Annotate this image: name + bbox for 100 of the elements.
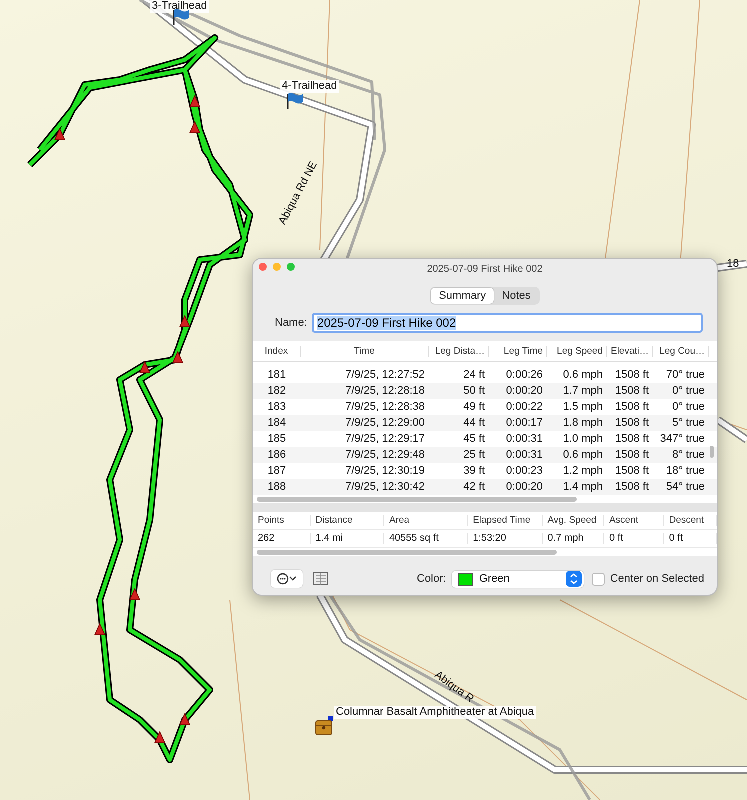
column-header[interactable]: Leg Dista… (429, 346, 489, 356)
more-icon (276, 573, 298, 585)
flag-icon (286, 92, 304, 110)
table-cell-text: 1508 ft (614, 481, 650, 493)
column-header[interactable]: Elevati… (607, 346, 653, 356)
table-cell: 0 ft (604, 533, 664, 544)
table-cell-text: 347° true (659, 433, 706, 445)
table-cell-text: 7/9/25, 12:30:19 (344, 465, 426, 477)
table-cell-text: 45 ft (462, 433, 486, 445)
table-cell-text: 1.5 mph (562, 401, 604, 413)
table-cell-text: 1.0 mph (562, 433, 604, 445)
scrollbar[interactable] (257, 550, 557, 554)
table-cell-text: 7/9/25, 12:27:52 (344, 369, 426, 381)
table-cell-text: 188 (266, 481, 288, 493)
table-cell-text: 0:00:23 (505, 465, 544, 477)
table-cell-text: 1508 ft (614, 433, 650, 445)
stepper-icon (566, 571, 582, 587)
table-cell: 0.7 mph (542, 533, 604, 544)
close-button[interactable] (259, 263, 267, 271)
table-cell-text: 7/9/25, 12:28:18 (344, 385, 426, 397)
minimize-button[interactable] (273, 263, 281, 271)
table-cell-text: 7/9/25, 12:29:17 (344, 433, 426, 445)
checkbox-label: Center on Selected (610, 573, 705, 585)
checkbox[interactable] (592, 572, 606, 586)
table-cell: 0 ft (664, 533, 717, 544)
table-cell-text: 0.6 mph (562, 369, 604, 381)
table-cell-text: 24 ft (462, 369, 486, 381)
table-cell-text: 1.4 mph (562, 481, 604, 493)
table-cell-text: 0:00:31 (505, 449, 544, 461)
table-cell-text: 1.8 mph (562, 417, 604, 429)
table-cell-text: 7/9/25, 12:28:38 (344, 401, 426, 413)
column-header[interactable]: Time (301, 346, 429, 356)
column-header[interactable]: Descent (664, 515, 717, 526)
table-cell-text: 50 ft (462, 385, 486, 397)
table-cell-text: 70° true (665, 369, 706, 381)
scrollbar[interactable] (710, 446, 714, 458)
column-header[interactable]: Points (253, 515, 311, 526)
column-header[interactable]: Leg Time (489, 346, 547, 356)
name-field[interactable]: 2025-07-09 First Hike 002 (312, 313, 703, 333)
column-header[interactable]: Elapsed Time (468, 515, 543, 526)
table-cell: 1:53:20 (468, 533, 543, 544)
waypoint-label: 4-Trailhead (280, 80, 340, 93)
flag-icon (172, 8, 190, 26)
more-button[interactable] (271, 570, 303, 588)
name-label: Name: (275, 317, 308, 329)
table-cell-text: 42 ft (462, 481, 486, 493)
column-header[interactable]: Area (384, 515, 468, 526)
table-cell: 262 (253, 533, 311, 544)
table-cell-text: 185 (266, 433, 288, 445)
scrollbar[interactable] (257, 496, 577, 502)
table-cell-text: 1508 ft (614, 449, 650, 461)
waypoint-label: 3-Trailhead (150, 0, 210, 13)
table-cell-text: 44 ft (462, 417, 486, 429)
table-cell-text: 7/9/25, 12:30:42 (344, 481, 426, 493)
table-cell-text: 0:00:26 (505, 369, 544, 381)
table-cell-text: 0° true (671, 385, 706, 397)
column-header[interactable]: Leg Cou… (653, 346, 709, 356)
table-cell-text: 1.7 mph (562, 385, 604, 397)
tab[interactable]: Notes (494, 288, 539, 304)
column-header[interactable]: Index (253, 346, 301, 356)
tab[interactable]: Summary (431, 288, 494, 304)
zoom-button[interactable] (287, 263, 295, 271)
column-header[interactable]: Leg Speed (547, 346, 607, 356)
column-header[interactable]: Avg. Speed (542, 515, 604, 526)
table-cell: 40555 sq ft (384, 533, 468, 544)
table-cell-text: 0:00:22 (505, 401, 544, 413)
treasure-chest-icon (315, 716, 335, 736)
table-cell-text: 25 ft (462, 449, 486, 461)
table-cell-text: 49 ft (462, 401, 486, 413)
table-cell-text: 187 (266, 465, 288, 477)
table-cell-text: 0:00:31 (505, 433, 544, 445)
table-cell-text: 1508 ft (614, 417, 650, 429)
column-header[interactable]: Distance (310, 515, 384, 526)
table-cell-text: 0:00:20 (505, 481, 544, 493)
road-label: 18 (727, 258, 740, 270)
table-cell-text: 0:00:17 (505, 417, 544, 429)
table-cell-text: 1.2 mph (562, 465, 604, 477)
table-cell-text: 8° true (671, 449, 706, 461)
table-cell-text: 184 (266, 417, 288, 429)
table-cell-text: 1508 ft (614, 401, 650, 413)
color-select[interactable]: Green (452, 570, 584, 588)
color-label: Color: (417, 573, 446, 585)
table-cell-text: 0.6 mph (562, 449, 604, 461)
table-cell-text: 0:00:20 (505, 385, 544, 397)
table-cell-text: 183 (266, 401, 288, 413)
table-cell-text: 39 ft (462, 465, 486, 477)
table-cell-text: 181 (266, 369, 288, 381)
table-cell-text: 1508 ft (614, 465, 650, 477)
table-cell-text: 5° true (671, 417, 706, 429)
table-cell-text: 54° true (665, 481, 706, 493)
window-title: 2025-07-09 First Hike 002 (427, 264, 543, 274)
table-cell: 1.4 mi (310, 533, 384, 544)
table-cell-text: 7/9/25, 12:29:00 (344, 417, 426, 429)
column-header[interactable]: Ascent (604, 515, 664, 526)
table-cell-text: 182 (266, 385, 288, 397)
table-cell-text: 0° true (671, 401, 706, 413)
table-cell-text: 186 (266, 449, 288, 461)
table-cell-text: 1508 ft (614, 369, 650, 381)
table-cell-text: 1508 ft (614, 385, 650, 397)
table-cell-text: 18° true (665, 465, 706, 477)
